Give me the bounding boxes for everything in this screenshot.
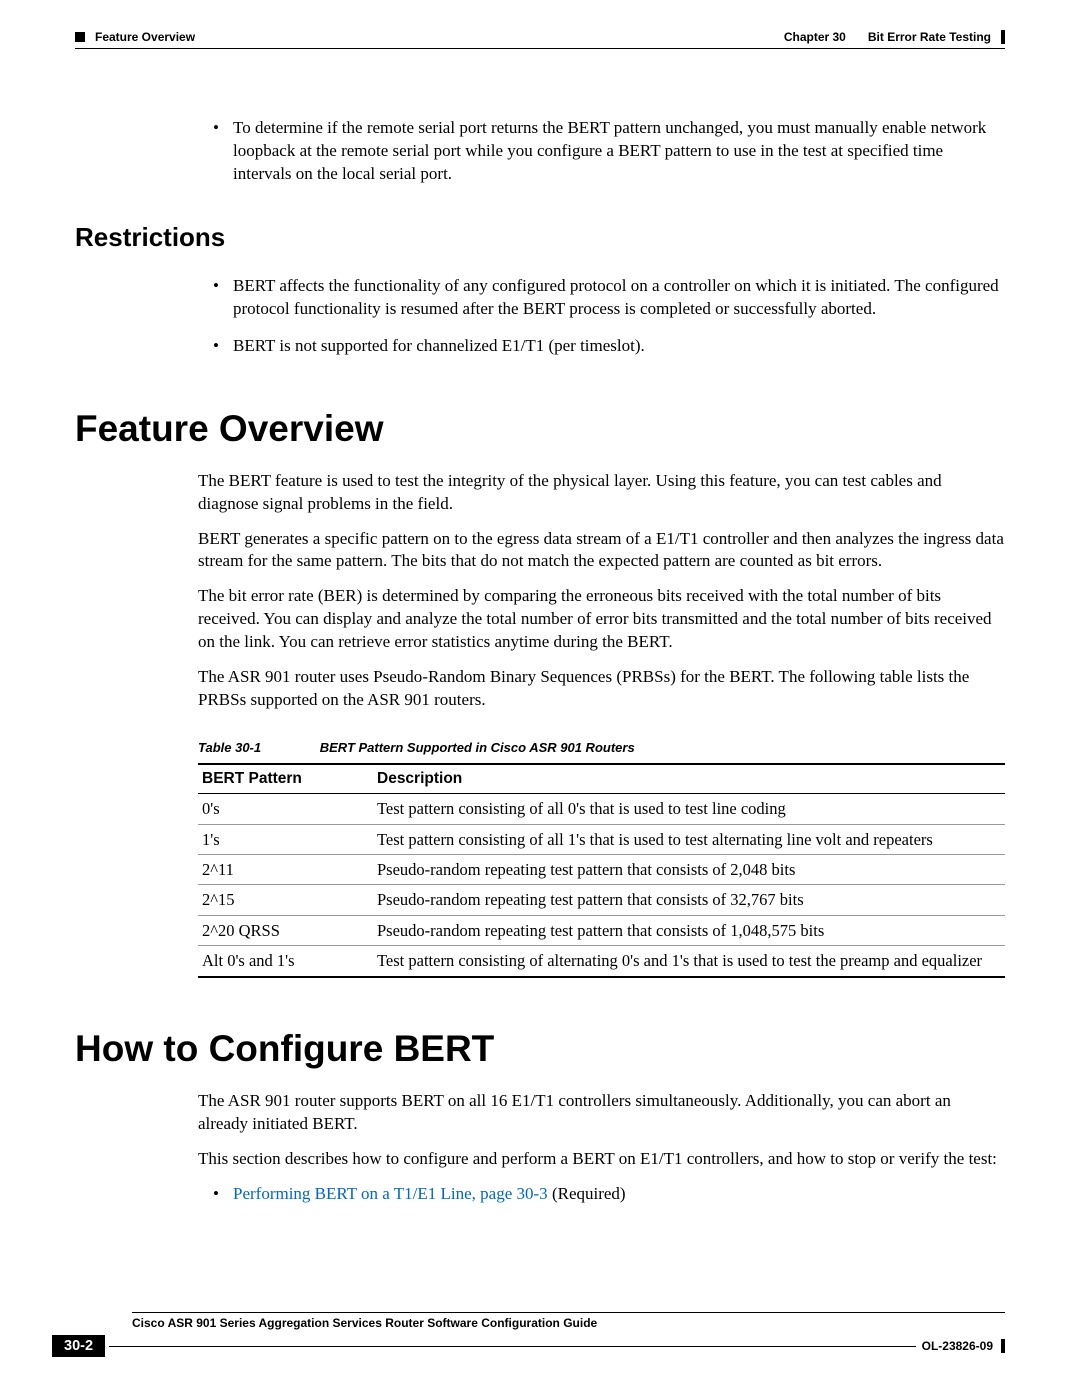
feature-para: BERT generates a specific pattern on to … [198,528,1005,574]
how-to-link[interactable]: Performing BERT on a T1/E1 Line, page 30… [233,1184,548,1203]
footer-guide-title: Cisco ASR 901 Series Aggregation Service… [132,1316,1005,1330]
header-section-name: Feature Overview [95,30,195,44]
table-cell: Pseudo-random repeating test pattern tha… [373,854,1005,884]
header-chapter: Chapter 30 [784,30,846,44]
header-rule [75,48,1005,49]
table-row: 2^15 Pseudo-random repeating test patter… [198,885,1005,915]
table-header-row: BERT Pattern Description [198,764,1005,794]
page-number: 30-2 [52,1335,105,1357]
table-caption: Table 30-1 BERT Pattern Supported in Cis… [198,740,1005,755]
footer-line [109,1346,916,1347]
feature-para: The bit error rate (BER) is determined b… [198,585,1005,654]
footer-bar-icon [1001,1339,1005,1353]
table-header: Description [373,764,1005,794]
footer-rule [132,1312,1005,1313]
feature-para: The ASR 901 router uses Pseudo-Random Bi… [198,666,1005,712]
feature-para: The BERT feature is used to test the int… [198,470,1005,516]
table-label: Table 30-1 [198,740,261,755]
table-row: 1's Test pattern consisting of all 1's t… [198,824,1005,854]
document-id: OL-23826-09 [922,1339,993,1353]
header-square-icon [75,32,85,42]
intro-bullet-item: To determine if the remote serial port r… [209,117,1005,186]
table-cell: 2^20 QRSS [198,915,373,945]
how-to-bullet-list: Performing BERT on a T1/E1 Line, page 30… [209,1183,1005,1206]
table-row: 0's Test pattern consisting of all 0's t… [198,794,1005,824]
page-content: To determine if the remote serial port r… [75,117,1005,1219]
header-bar-icon [1001,30,1005,44]
how-to-bullet-item: Performing BERT on a T1/E1 Line, page 30… [209,1183,1005,1206]
table-cell: 2^11 [198,854,373,884]
table-cell: Test pattern consisting of alternating 0… [373,946,1005,977]
table-cell: Test pattern consisting of all 1's that … [373,824,1005,854]
table-cell: Test pattern consisting of all 0's that … [373,794,1005,824]
table-title: BERT Pattern Supported in Cisco ASR 901 … [320,740,635,755]
page-header: Feature Overview Chapter 30 Bit Error Ra… [75,30,1005,44]
how-to-para: This section describes how to configure … [198,1148,1005,1171]
feature-overview-heading: Feature Overview [75,408,1005,450]
header-title: Bit Error Rate Testing [868,30,991,44]
restriction-item: BERT affects the functionality of any co… [209,275,1005,321]
table-row: Alt 0's and 1's Test pattern consisting … [198,946,1005,977]
table-cell: Pseudo-random repeating test pattern tha… [373,885,1005,915]
table-cell: 1's [198,824,373,854]
how-to-configure-heading: How to Configure BERT [75,1028,1005,1070]
table-row: 2^20 QRSS Pseudo-random repeating test p… [198,915,1005,945]
table-cell: 2^15 [198,885,373,915]
how-to-para: The ASR 901 router supports BERT on all … [198,1090,1005,1136]
table-header: BERT Pattern [198,764,373,794]
restrictions-list: BERT affects the functionality of any co… [209,275,1005,358]
table-cell: Alt 0's and 1's [198,946,373,977]
table-cell: 0's [198,794,373,824]
page-footer: Cisco ASR 901 Series Aggregation Service… [52,1312,1005,1357]
header-left: Feature Overview [75,30,195,44]
footer-bottom: 30-2 OL-23826-09 [52,1335,1005,1357]
restriction-item: BERT is not supported for channelized E1… [209,335,1005,358]
bert-pattern-table: BERT Pattern Description 0's Test patter… [198,763,1005,978]
header-right: Chapter 30 Bit Error Rate Testing [784,30,1005,44]
intro-bullet-list: To determine if the remote serial port r… [209,117,1005,186]
table-cell: Pseudo-random repeating test pattern tha… [373,915,1005,945]
table-row: 2^11 Pseudo-random repeating test patter… [198,854,1005,884]
how-to-suffix: (Required) [548,1184,626,1203]
restrictions-heading: Restrictions [75,222,1005,253]
